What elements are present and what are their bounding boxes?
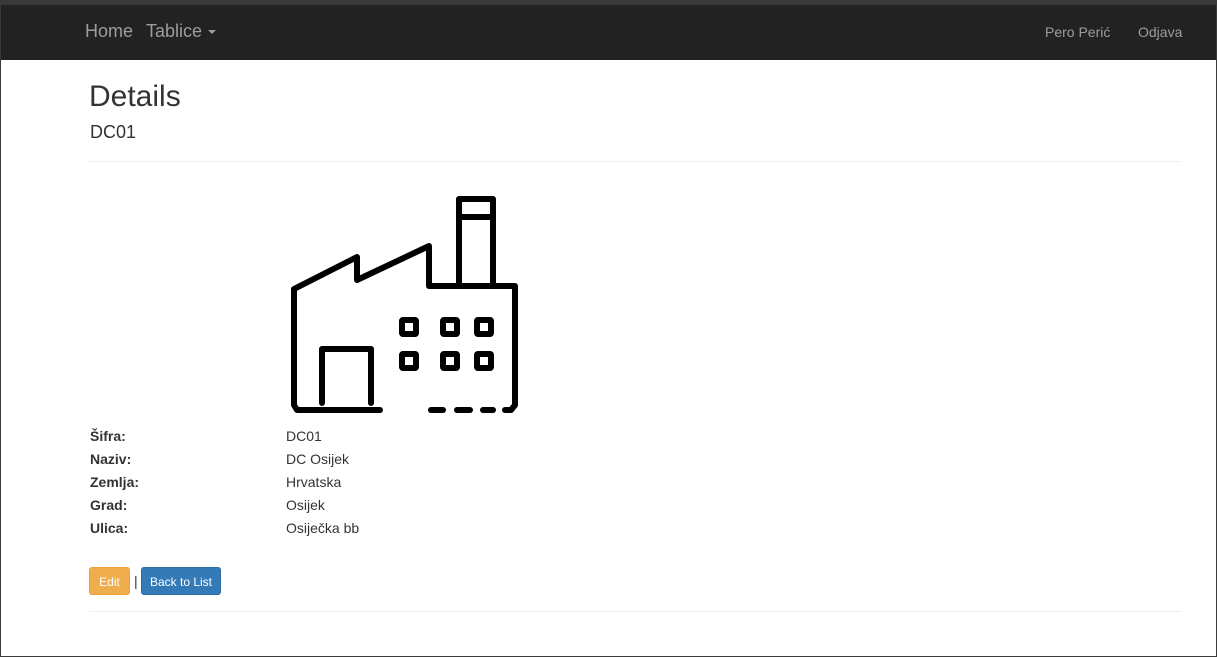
divider-bottom [89, 611, 1181, 612]
caret-down-icon [208, 30, 217, 35]
page-subtitle: DC01 [90, 122, 137, 142]
factory-door [319, 346, 374, 406]
value-zemlja: Hrvatska [286, 474, 342, 490]
nav-home-link[interactable]: Home [85, 21, 133, 41]
label-zemlja: Zemlja: [90, 474, 140, 490]
value-grad: Osijek [286, 497, 325, 513]
label-grad: Grad: [90, 497, 128, 513]
value-naziv: DC Osijek [286, 451, 350, 467]
window-frame: Home Tablice Pero Perić Odjava Details D… [0, 0, 1217, 657]
details-list: Šifra: DC01 Naziv: DC Osijek Zemlja: Hrv… [90, 425, 590, 540]
detail-row-ulica: Ulica: Osiječka bb [90, 517, 590, 540]
edit-button[interactable]: Edit [89, 567, 130, 595]
top-navbar: Home Tablice Pero Perić Odjava [1, 5, 1216, 60]
value-sifra: DC01 [286, 428, 322, 444]
factory-chimney [456, 196, 496, 289]
nav-user-link[interactable]: Pero Perić [1045, 22, 1110, 42]
label-ulica: Ulica: [90, 520, 129, 536]
label-sifra: Šifra: [90, 428, 126, 444]
factory-icon [291, 196, 518, 413]
detail-row-naziv: Naziv: DC Osijek [90, 448, 590, 471]
nav-tables-dropdown[interactable]: Tablice [146, 21, 217, 41]
detail-row-grad: Grad: Osijek [90, 494, 590, 517]
actions-separator: | [134, 573, 138, 589]
detail-row-sifra: Šifra: DC01 [90, 425, 590, 448]
back-to-list-button[interactable]: Back to List [141, 567, 221, 595]
value-ulica: Osiječka bb [286, 520, 360, 536]
divider-top [89, 161, 1181, 162]
nav-logout-link[interactable]: Odjava [1138, 22, 1182, 42]
page-title: Details [89, 80, 181, 113]
nav-tables-label: Tablice [146, 21, 203, 41]
label-naziv: Naziv: [90, 451, 132, 467]
detail-row-zemlja: Zemlja: Hrvatska [90, 471, 590, 494]
